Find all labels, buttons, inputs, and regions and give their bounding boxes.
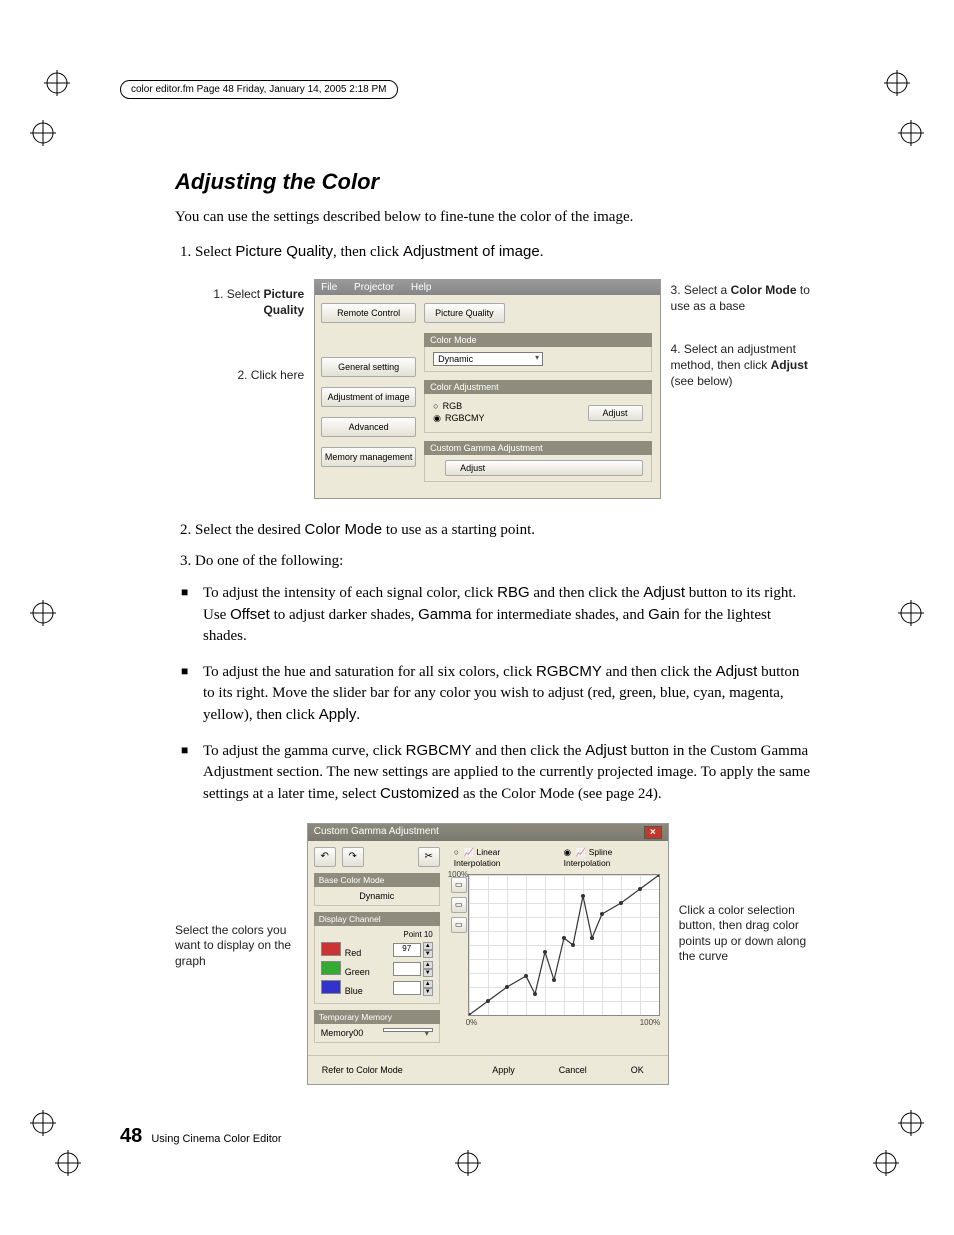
green-value-input[interactable] [393, 962, 421, 976]
callout-select-adjustment: 4. Select an adjustment method, then cli… [671, 342, 814, 389]
gamma-curve[interactable] [469, 875, 659, 1015]
plot-tool-2-icon[interactable]: ▭ [451, 897, 467, 913]
memory-label: Memory00 [321, 1028, 364, 1038]
bullet-2: To adjust the hue and saturation for all… [203, 661, 814, 726]
base-color-mode-header: Base Color Mode [314, 873, 440, 887]
print-header: color editor.fm Page 48 Friday, January … [120, 80, 398, 99]
color-mode-dropdown[interactable]: Dynamic [433, 352, 543, 366]
sidebar-remote-control[interactable]: Remote Control [321, 303, 416, 323]
base-color-mode-value: Dynamic [314, 887, 440, 906]
sidebar-adjustment-of-image[interactable]: Adjustment of image [321, 387, 416, 407]
cancel-button[interactable]: Cancel [541, 1062, 605, 1078]
blue-stepper[interactable]: ▲▼ [423, 980, 433, 996]
channel-red: Red [345, 948, 362, 958]
menubar: File Projector Help [315, 280, 659, 295]
memory-dropdown[interactable] [383, 1028, 433, 1032]
callout-select-color-mode: 3. Select a Color Mode to use as a base [671, 283, 814, 314]
x-axis-100: 100% [640, 1018, 660, 1027]
panel-header-color-mode: Color Mode [424, 333, 651, 347]
figure-1: 1. Select Picture Quality 2. Click here … [175, 279, 814, 498]
green-swatch-icon[interactable] [321, 961, 341, 975]
intro-text: You can use the settings described below… [175, 207, 814, 227]
radio-linear-interp[interactable]: ○ 📈 Linear Interpolation [454, 847, 548, 868]
page-footer: 48 Using Cinema Color Editor [120, 1125, 894, 1148]
plot-tool-1-icon[interactable]: ▭ [451, 877, 467, 893]
app-window: File Projector Help Remote Control Gener… [314, 279, 660, 498]
point-label: Point 10 [321, 930, 433, 939]
menu-projector[interactable]: Projector [354, 282, 394, 293]
apply-button[interactable]: Apply [474, 1062, 533, 1078]
channel-green: Green [345, 967, 370, 977]
blue-swatch-icon[interactable] [321, 980, 341, 994]
callout-select-colors: Select the colors you want to display on… [175, 923, 297, 970]
panel-header-custom-gamma: Custom Gamma Adjustment [424, 441, 651, 455]
bullet-1: To adjust the intensity of each signal c… [203, 582, 814, 647]
gamma-window-title: Custom Gamma Adjustment [314, 826, 439, 839]
radio-rgbcmy[interactable]: ◉RGBCMY [433, 413, 484, 425]
refer-to-color-mode-button[interactable]: Refer to Color Mode [314, 1062, 411, 1078]
display-channel-header: Display Channel [314, 912, 440, 926]
sidebar-memory-management[interactable]: Memory management [321, 447, 416, 467]
gamma-window: Custom Gamma Adjustment × ↶ ↷ ✂ Base Col… [307, 823, 669, 1085]
scissors-icon[interactable]: ✂ [418, 847, 440, 867]
sidebar-general-setting[interactable]: General setting [321, 357, 416, 377]
bullet-3: To adjust the gamma curve, click RGBCMY … [203, 740, 814, 805]
temp-memory-header: Temporary Memory [314, 1010, 440, 1024]
radio-spline-interp[interactable]: ◉ 📈 Spline Interpolation [564, 847, 660, 868]
tab-picture-quality[interactable]: Picture Quality [424, 303, 505, 323]
red-value-input[interactable]: 97 [393, 943, 421, 957]
panel-custom-gamma: Custom Gamma Adjustment Adjust [424, 441, 651, 482]
undo-icon[interactable]: ↶ [314, 847, 336, 867]
radio-rgb[interactable]: ○RGB [433, 401, 484, 413]
callout-select-picture-quality: 1. Select Picture Quality [175, 287, 304, 318]
footer-label: Using Cinema Color Editor [151, 1133, 281, 1145]
x-axis-0: 0% [466, 1018, 478, 1027]
callout-click-color-selection: Click a color selection button, then dra… [679, 903, 814, 965]
redo-icon[interactable]: ↷ [342, 847, 364, 867]
menu-file[interactable]: File [321, 282, 337, 293]
blue-value-input[interactable] [393, 981, 421, 995]
panel-color-mode: Color Mode Dynamic [424, 333, 651, 372]
page-number: 48 [120, 1125, 142, 1147]
ok-button[interactable]: OK [613, 1062, 662, 1078]
channel-blue: Blue [345, 986, 363, 996]
gamma-plot[interactable]: ▭ ▭ ▭ [468, 874, 660, 1016]
adjust-button-color[interactable]: Adjust [588, 405, 643, 421]
red-swatch-icon[interactable] [321, 942, 341, 956]
panel-color-adjustment: Color Adjustment ○RGB ◉RGBCMY Adjust [424, 380, 651, 432]
figure-2: Select the colors you want to display on… [175, 823, 814, 1085]
step-2: Select the desired Color Mode to use as … [195, 519, 814, 541]
step-3: Do one of the following: [195, 551, 814, 572]
section-title: Adjusting the Color [175, 169, 814, 195]
green-stepper[interactable]: ▲▼ [423, 961, 433, 977]
step-1: Select Picture Quality, then click Adjus… [195, 241, 814, 263]
close-icon[interactable]: × [644, 826, 662, 839]
sidebar-advanced[interactable]: Advanced [321, 417, 416, 437]
menu-help[interactable]: Help [411, 282, 432, 293]
plot-tool-3-icon[interactable]: ▭ [451, 917, 467, 933]
red-stepper[interactable]: ▲▼ [423, 942, 433, 958]
adjust-button-gamma[interactable]: Adjust [445, 460, 642, 476]
callout-click-here: 2. Click here [175, 368, 304, 384]
panel-header-color-adjustment: Color Adjustment [424, 380, 651, 394]
